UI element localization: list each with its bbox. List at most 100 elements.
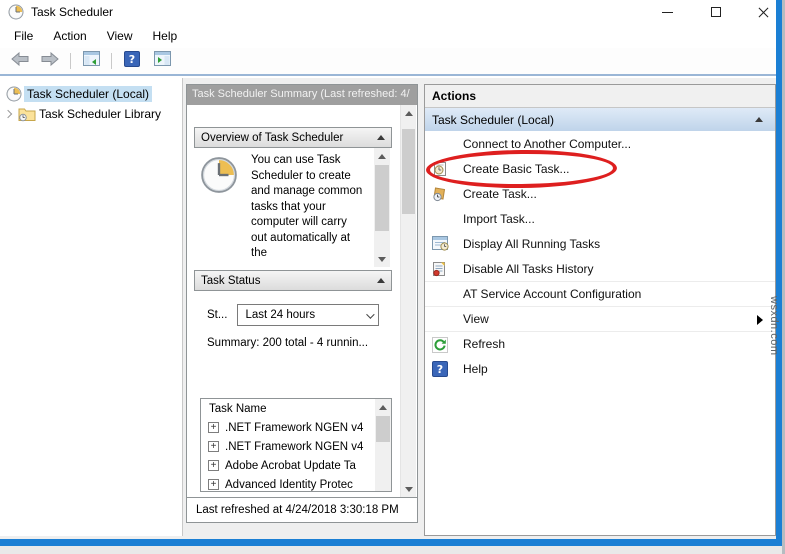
action-item-view[interactable]: View	[425, 306, 775, 331]
close-button[interactable]	[748, 0, 778, 24]
task-name-label: Adobe Acrobat Update Ta	[225, 459, 356, 472]
action-item-help[interactable]: ? Help	[425, 356, 775, 381]
minimize-button[interactable]	[652, 0, 682, 24]
task-list-row[interactable]: + Adobe Acrobat Update Ta	[201, 456, 391, 475]
maximize-button[interactable]	[701, 0, 731, 24]
action-item-label: Import Task...	[463, 211, 535, 226]
menu-item-help[interactable]: Help	[143, 26, 188, 46]
period-dropdown[interactable]: Last 24 hours	[237, 304, 380, 326]
overview-content: You can use Task Scheduler to create and…	[194, 148, 392, 267]
watermark: wsxdn.com	[768, 296, 780, 356]
action-item-connect-to-another-computer[interactable]: Connect to Another Computer...	[425, 131, 775, 156]
action-item-label: Disable All Tasks History	[463, 261, 594, 276]
overview-section-title: Overview of Task Scheduler	[201, 131, 344, 144]
window-border-bottom	[0, 539, 782, 546]
action-item-label: Create Task...	[463, 186, 537, 201]
folder-clock-icon	[18, 106, 36, 122]
show-console-tree-button[interactable]	[79, 50, 103, 72]
task-list-scrollbar[interactable]	[375, 399, 391, 491]
scroll-up-icon[interactable]	[374, 148, 390, 164]
disable-tasks-history-icon	[432, 260, 450, 277]
action-item-display-all-running-tasks[interactable]: Display All Running Tasks	[425, 231, 775, 256]
help-icon: ?	[432, 360, 450, 377]
tree-item-label: Task Scheduler Library	[39, 107, 162, 121]
action-pane-icon	[153, 51, 171, 71]
main-area: Task Scheduler (Local) Task Scheduler Lib…	[0, 78, 776, 539]
scrollbar-thumb[interactable]	[402, 129, 415, 214]
create-basic-task-icon	[432, 160, 450, 177]
action-item-label: Refresh	[463, 337, 506, 351]
svg-text:?: ?	[437, 363, 443, 376]
task-list-row[interactable]: + Advanced Identity Protec	[201, 475, 391, 491]
task-scheduler-app-icon	[8, 4, 24, 20]
show-action-pane-button[interactable]	[150, 50, 174, 72]
scroll-down-icon[interactable]	[401, 481, 416, 497]
expand-plus-icon[interactable]: +	[208, 479, 219, 490]
refresh-icon	[432, 336, 450, 353]
create-task-icon	[432, 185, 450, 202]
task-name-label: .NET Framework NGEN v4	[225, 440, 364, 453]
action-item-label: Connect to Another Computer...	[463, 136, 632, 151]
expand-plus-icon[interactable]: +	[208, 441, 219, 452]
chevron-right-icon	[3, 109, 13, 119]
toolbar: ?	[0, 48, 776, 76]
toolbar-separator	[70, 53, 71, 69]
task-rows: + .NET Framework NGEN v4 + .NET Framework N…	[201, 418, 391, 491]
overview-section-header[interactable]: Overview of Task Scheduler	[194, 127, 392, 148]
scrollbar-thumb[interactable]	[375, 165, 389, 231]
task-list-row[interactable]: + .NET Framework NGEN v4	[201, 418, 391, 437]
actions-list: Connect to Another Computer... Create Bas…	[425, 131, 775, 381]
scroll-up-icon[interactable]	[375, 399, 391, 415]
action-item-label: View	[463, 312, 489, 326]
submenu-arrow-icon	[757, 315, 763, 325]
sidebar-item-task-scheduler-library[interactable]: Task Scheduler Library	[0, 104, 182, 124]
action-item-create-task[interactable]: Create Task...	[425, 181, 775, 206]
status-period-row: St... Last 24 hours	[207, 304, 380, 326]
forward-button[interactable]	[38, 50, 62, 72]
task-list-row[interactable]: + .NET Framework NGEN v4	[201, 437, 391, 456]
tree-item-label: Task Scheduler (Local)	[24, 86, 153, 102]
display-running-tasks-icon	[432, 235, 450, 252]
actions-group-header[interactable]: Task Scheduler (Local)	[425, 108, 775, 131]
action-item-import-task[interactable]: Import Task...	[425, 206, 775, 231]
expand-plus-icon[interactable]: +	[208, 460, 219, 471]
task-status-section-header[interactable]: Task Status	[194, 270, 392, 291]
svg-text:?: ?	[129, 53, 135, 66]
chevron-slot[interactable]	[0, 109, 18, 119]
help-icon: ?	[124, 50, 140, 72]
task-list-header[interactable]: Task Name	[201, 399, 391, 418]
scroll-down-icon[interactable]	[374, 251, 390, 267]
overview-scrollbar[interactable]	[374, 148, 390, 267]
back-button[interactable]	[8, 50, 32, 72]
page: Task Scheduler File Action View Help ? Task…	[0, 0, 785, 554]
task-name-label: Advanced Identity Protec	[225, 478, 353, 491]
window-title: Task Scheduler	[31, 5, 114, 19]
console-tree-icon	[82, 51, 100, 71]
action-item-label: Create Basic Task...	[463, 161, 570, 176]
menu-item-view[interactable]: View	[97, 26, 143, 46]
menu-item-action[interactable]: Action	[43, 26, 96, 46]
action-item-disable-all-tasks-history[interactable]: Disable All Tasks History	[425, 256, 775, 281]
last-refreshed-statusbar: Last refreshed at 4/24/2018 3:30:18 PM	[187, 497, 417, 522]
actions-group-title: Task Scheduler (Local)	[432, 112, 555, 127]
menu-bar: File Action View Help	[0, 24, 776, 48]
task-summary-line: Summary: 200 total - 4 runnin...	[207, 337, 369, 349]
minimize-icon	[661, 11, 673, 13]
action-item-refresh[interactable]: Refresh	[425, 331, 775, 356]
period-dropdown-value: Last 24 hours	[245, 309, 316, 321]
action-item-create-basic-task[interactable]: Create Basic Task...	[425, 156, 775, 181]
back-arrow-icon	[11, 51, 29, 72]
action-item-label: AT Service Account Configuration	[463, 287, 642, 301]
help-button[interactable]: ?	[120, 50, 144, 72]
summary-panel-header: Task Scheduler Summary (Last refreshed: …	[187, 85, 417, 105]
scrollbar-thumb[interactable]	[376, 416, 390, 442]
action-item-at-service-account-configuration[interactable]: AT Service Account Configuration	[425, 281, 775, 306]
menu-item-file[interactable]: File	[4, 26, 43, 46]
clock-icon	[200, 156, 238, 199]
sidebar-item-task-scheduler-local[interactable]: Task Scheduler (Local)	[0, 84, 182, 104]
action-item-label: Help	[463, 361, 488, 376]
expand-plus-icon[interactable]: +	[208, 422, 219, 433]
collapse-icon	[755, 117, 763, 122]
summary-scrollbar[interactable]	[400, 105, 416, 497]
scroll-up-icon[interactable]	[401, 105, 416, 121]
